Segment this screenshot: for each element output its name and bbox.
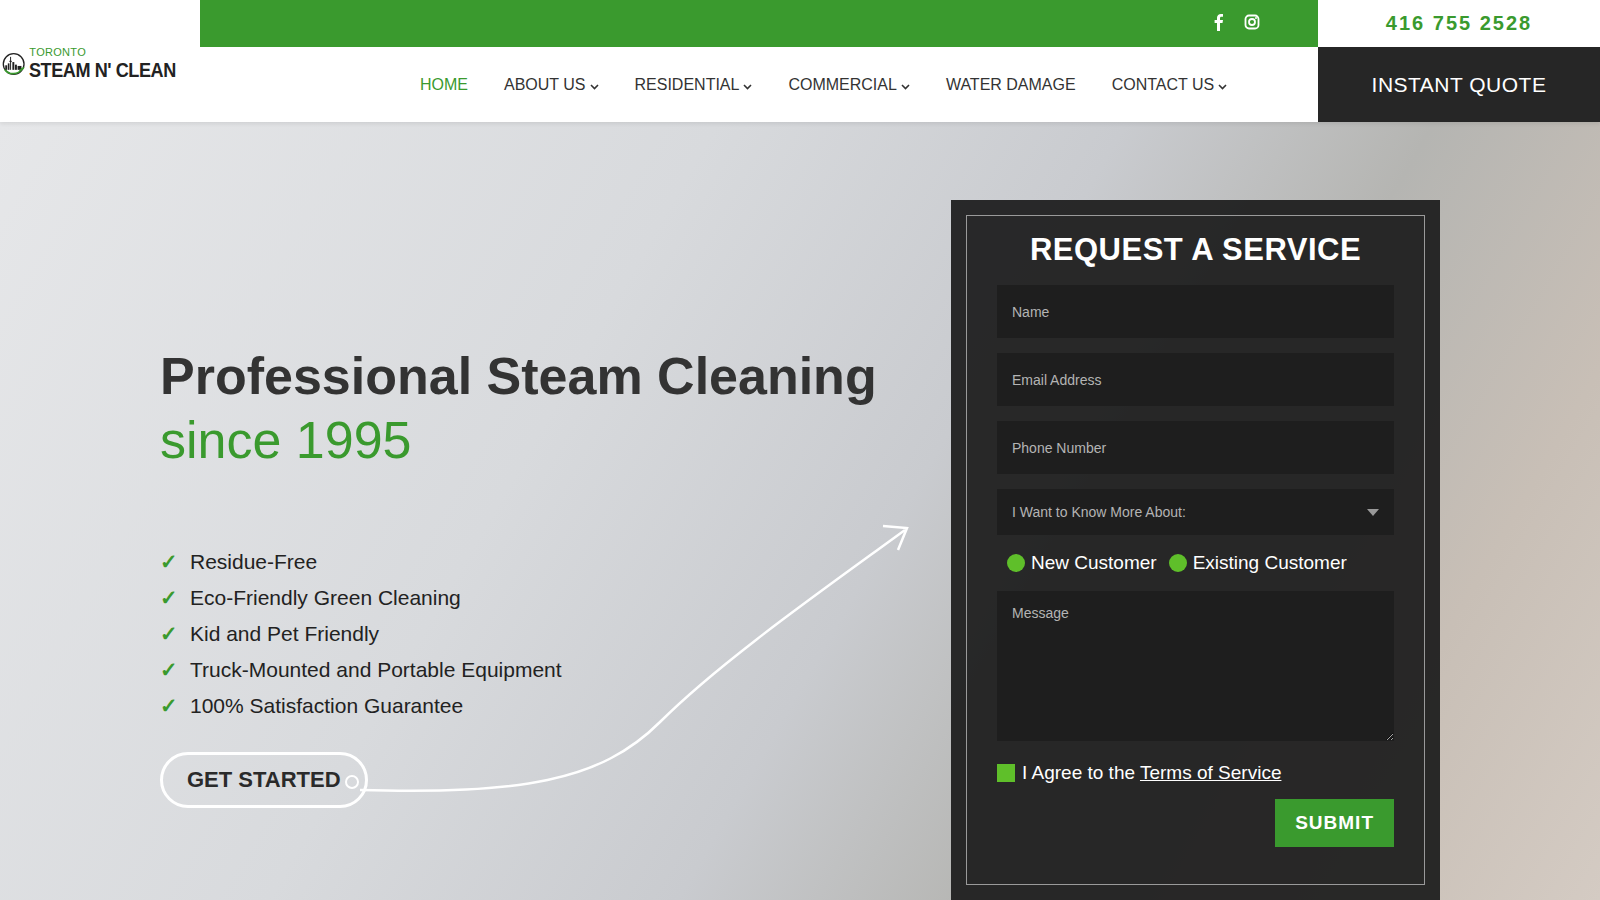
nav-label: RESIDENTIAL xyxy=(635,76,740,94)
message-input[interactable] xyxy=(997,591,1394,741)
social-bar xyxy=(200,0,1318,47)
logo[interactable]: TORONTOSTEAM N' CLEAN xyxy=(0,0,200,122)
instagram-link[interactable] xyxy=(1244,14,1260,34)
feature-list: ✓ Residue-Free ✓ Eco-Friendly Green Cleanin… xyxy=(160,550,877,718)
nav-label: CONTACT US xyxy=(1112,76,1215,94)
form-input[interactable] xyxy=(997,353,1394,406)
logo-tagline: TORONTO xyxy=(29,46,200,58)
chevron-down-icon xyxy=(743,84,752,90)
header-middle: HOME ABOUT US RESIDENTIAL COMMERCIAL WATER D… xyxy=(200,0,1318,122)
form-input[interactable] xyxy=(997,421,1394,474)
feature-text: 100% Satisfaction Guarantee xyxy=(190,694,463,718)
logo-name: STEAM N' CLEAN xyxy=(29,58,176,82)
request-form: REQUEST A SERVICE I Want to Know More Abo… xyxy=(951,200,1440,900)
topic-select[interactable]: I Want to Know More About: xyxy=(997,489,1394,535)
nav-item[interactable]: ABOUT US xyxy=(504,76,599,94)
feature-item: ✓ Residue-Free xyxy=(160,550,877,574)
chevron-down-icon xyxy=(901,84,910,90)
hero-subtitle: since 1995 xyxy=(160,408,877,472)
feature-item: ✓ Kid and Pet Friendly xyxy=(160,622,877,646)
facebook-icon xyxy=(1212,13,1224,31)
customer-type: New Customer Existing Customer xyxy=(997,550,1394,576)
hero: Professional Steam Cleaningsince 1995 ✓ Re… xyxy=(0,122,1600,900)
request-form-inner: REQUEST A SERVICE I Want to Know More Abo… xyxy=(966,215,1425,885)
feature-text: Truck-Mounted and Portable Equipment xyxy=(190,658,562,682)
submit-row: SUBMIT xyxy=(997,799,1394,847)
instant-quote-button[interactable]: INSTANT QUOTE xyxy=(1318,47,1600,122)
agree-checkbox[interactable] xyxy=(997,764,1015,782)
get-started-button[interactable]: GET STARTED xyxy=(160,752,368,808)
header-right: 416 755 2528INSTANT QUOTE xyxy=(1318,0,1600,122)
select-label: I Want to Know More About: xyxy=(1012,504,1186,520)
nav-item[interactable]: CONTACT US xyxy=(1112,76,1228,94)
hero-title: Professional Steam Cleaning xyxy=(160,344,877,408)
feature-text: Kid and Pet Friendly xyxy=(190,622,379,646)
main-nav: HOME ABOUT US RESIDENTIAL COMMERCIAL WATER D… xyxy=(200,47,1318,122)
feature-item: ✓ Truck-Mounted and Portable Equipment xyxy=(160,658,877,682)
nav-item[interactable]: WATER DAMAGE xyxy=(946,76,1076,94)
nav-item[interactable]: RESIDENTIAL xyxy=(635,76,753,94)
customer-radio[interactable]: New Customer xyxy=(1007,552,1157,574)
form-title: REQUEST A SERVICE xyxy=(997,232,1394,268)
feature-text: Residue-Free xyxy=(190,550,317,574)
nav-label: HOME xyxy=(420,76,468,94)
radio-label: Existing Customer xyxy=(1193,552,1347,574)
nav-label: ABOUT US xyxy=(504,76,586,94)
radio-label: New Customer xyxy=(1031,552,1157,574)
nav-label: WATER DAMAGE xyxy=(946,76,1076,94)
nav-item[interactable]: COMMERCIAL xyxy=(788,76,909,94)
agree-text: I Agree to the Terms of Service xyxy=(1022,762,1281,784)
chevron-down-icon xyxy=(1218,84,1227,90)
nav-label: COMMERCIAL xyxy=(788,76,896,94)
nav-item[interactable]: HOME xyxy=(420,76,468,94)
phone-number[interactable]: 416 755 2528 xyxy=(1318,0,1600,47)
check-icon: ✓ xyxy=(160,586,176,610)
agree-terms: I Agree to the Terms of Service xyxy=(997,762,1394,784)
hero-content: Professional Steam Cleaningsince 1995 ✓ Re… xyxy=(0,122,877,900)
agree-label: I Agree to the xyxy=(1022,762,1140,783)
form-input[interactable] xyxy=(997,285,1394,338)
submit-button[interactable]: SUBMIT xyxy=(1275,799,1394,847)
instagram-icon xyxy=(1244,14,1260,30)
terms-link[interactable]: Terms of Service xyxy=(1140,762,1281,783)
check-icon: ✓ xyxy=(160,658,176,682)
feature-item: ✓ 100% Satisfaction Guarantee xyxy=(160,694,877,718)
feature-text: Eco-Friendly Green Cleaning xyxy=(190,586,461,610)
check-icon: ✓ xyxy=(160,550,176,574)
customer-radio[interactable]: Existing Customer xyxy=(1169,552,1347,574)
chevron-down-icon xyxy=(590,84,599,90)
check-icon: ✓ xyxy=(160,622,176,646)
feature-item: ✓ Eco-Friendly Green Cleaning xyxy=(160,586,877,610)
check-icon: ✓ xyxy=(160,694,176,718)
caret-down-icon xyxy=(1367,509,1379,516)
facebook-link[interactable] xyxy=(1212,13,1224,35)
logo-text: TORONTOSTEAM N' CLEAN xyxy=(29,46,200,82)
radio-dot[interactable] xyxy=(1169,554,1187,572)
site-header: TORONTOSTEAM N' CLEAN HOME ABOUT US RESIDEN… xyxy=(0,0,1600,122)
radio-dot[interactable] xyxy=(1007,554,1025,572)
skyline-logo-icon xyxy=(2,28,25,100)
